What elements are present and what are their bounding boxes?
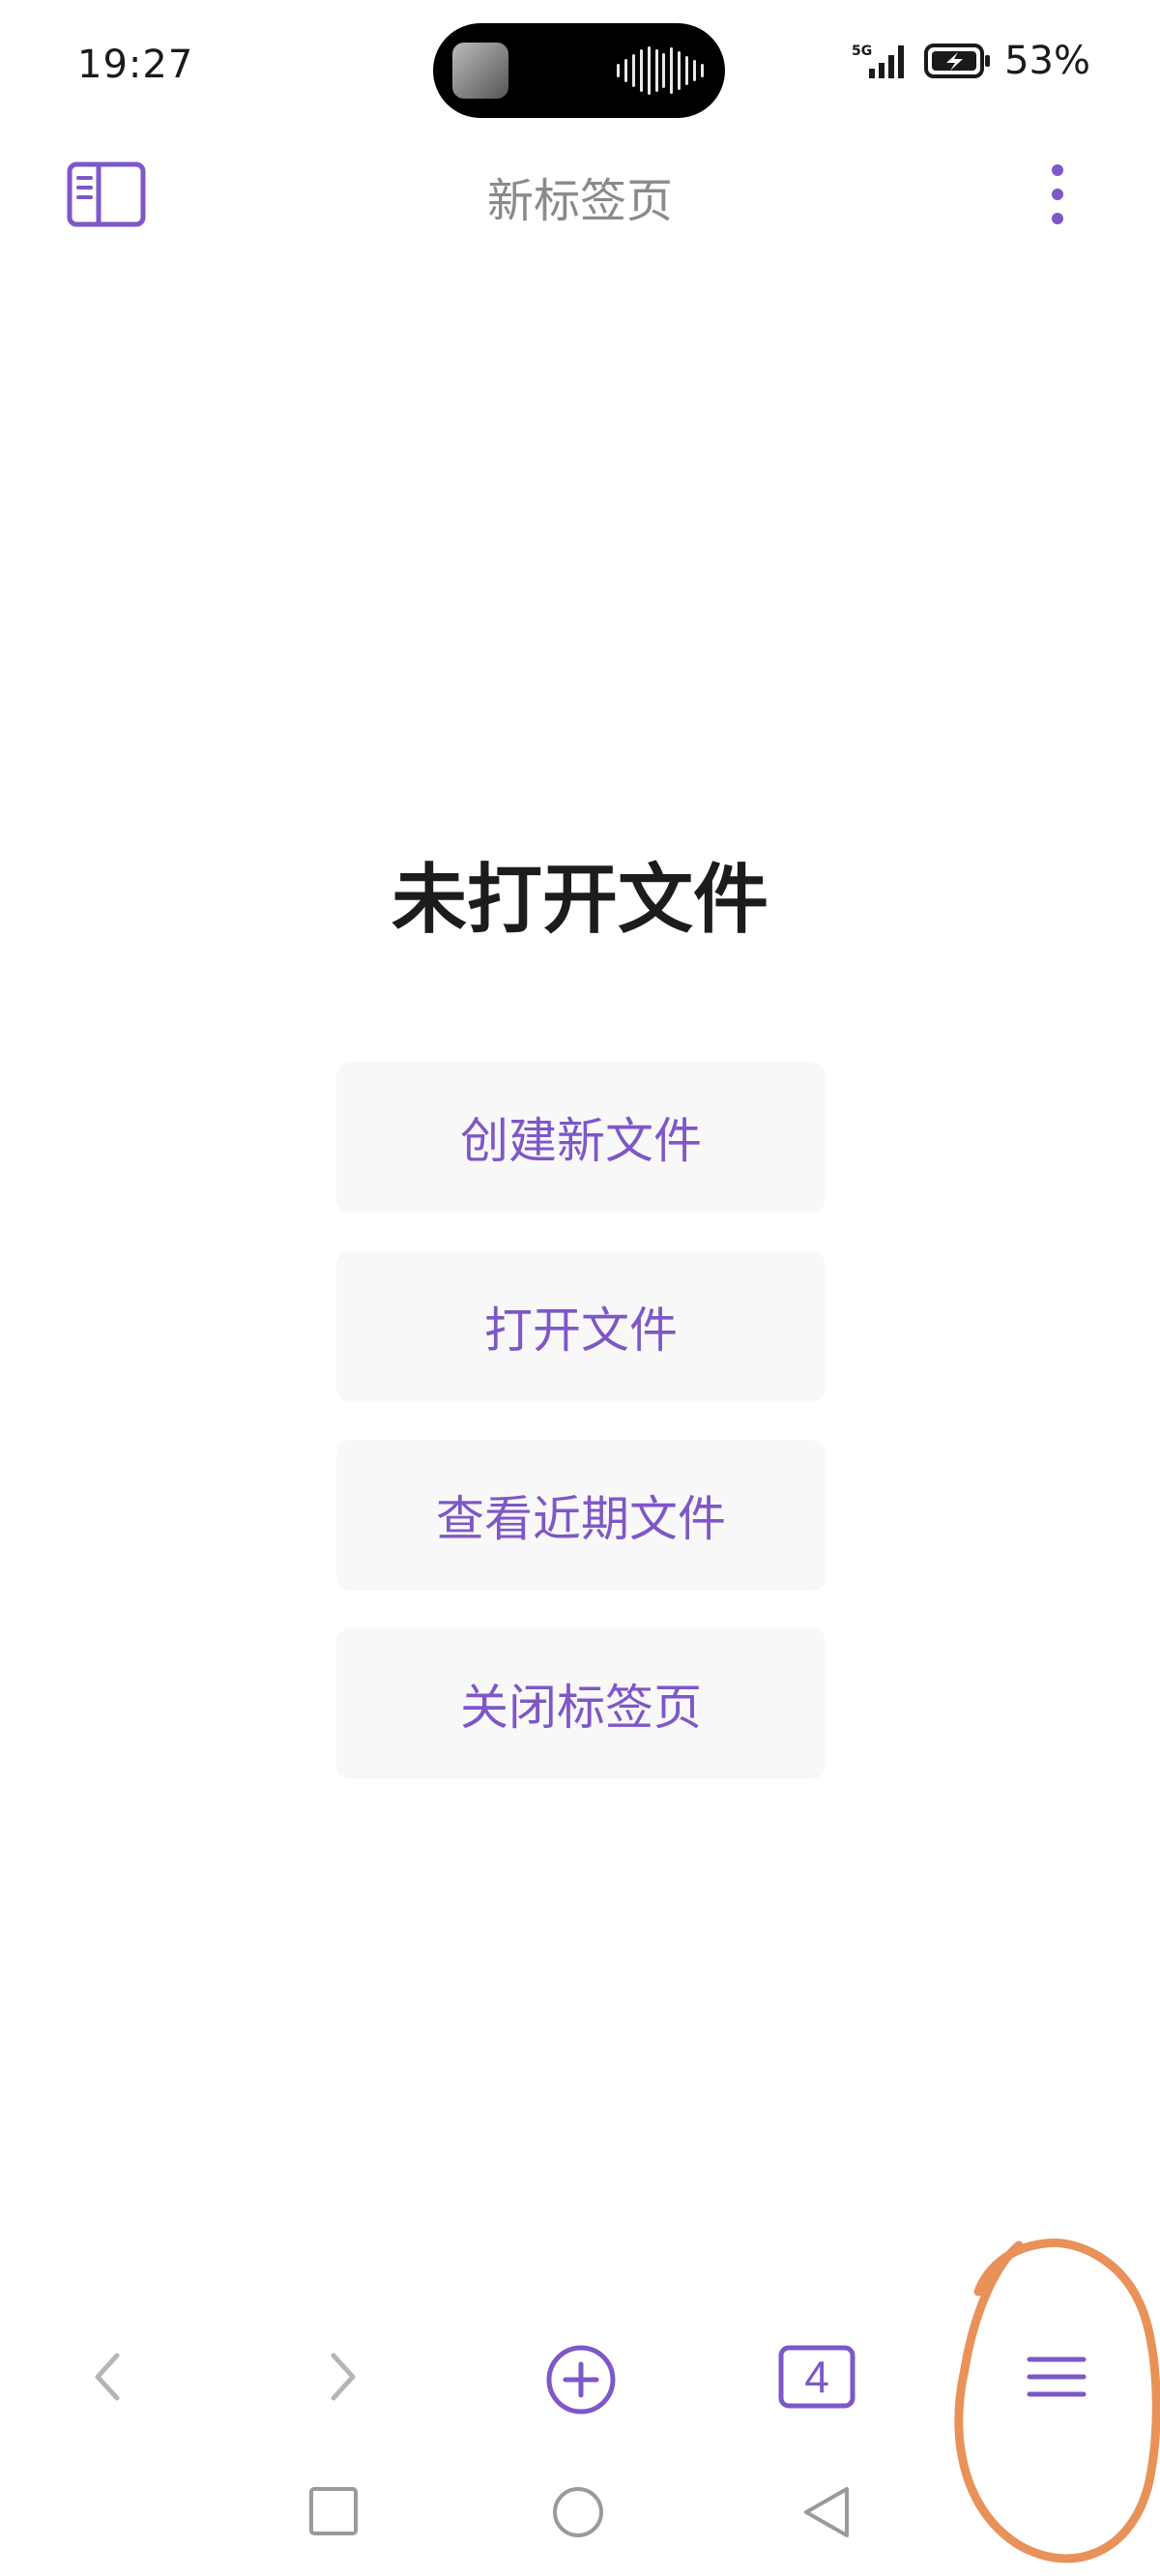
empty-state-heading: 未打开文件	[391, 857, 768, 944]
more-vertical-icon	[1052, 164, 1063, 224]
cellular-signal-icon: 5G	[852, 44, 905, 78]
annotation-circle-mark	[954, 2239, 1160, 2563]
tab-count: 4	[804, 2352, 829, 2402]
system-back-button[interactable]	[798, 2483, 853, 2541]
tab-switcher-button[interactable]: 4	[777, 2344, 856, 2414]
circle-icon	[553, 2487, 603, 2537]
chevron-left-icon	[95, 2353, 120, 2401]
audio-waveform-icon	[617, 46, 704, 95]
network-type-label: 5G	[852, 44, 872, 59]
system-recents-button[interactable]	[307, 2485, 360, 2537]
back-button[interactable]	[75, 2338, 139, 2415]
view-recent-files-button[interactable]: 查看近期文件	[336, 1440, 826, 1591]
more-options-button[interactable]	[1038, 161, 1077, 230]
plus-circle-icon	[546, 2345, 616, 2415]
new-tab-button[interactable]	[541, 2340, 621, 2419]
create-new-file-button[interactable]: 创建新文件	[336, 1062, 826, 1213]
chevron-right-icon	[331, 2353, 356, 2401]
dynamic-island[interactable]	[433, 23, 725, 118]
triangle-back-icon	[804, 2487, 849, 2537]
square-icon	[309, 2487, 358, 2535]
forward-button[interactable]	[311, 2338, 375, 2415]
status-indicators: 5G 53%	[852, 39, 1090, 83]
album-art-thumbnail	[452, 43, 508, 99]
system-home-button[interactable]	[551, 2485, 605, 2539]
battery-percentage: 53%	[1004, 39, 1090, 83]
open-file-button[interactable]: 打开文件	[336, 1251, 826, 1402]
close-tab-button[interactable]: 关闭标签页	[336, 1628, 826, 1779]
page-title: 新标签页	[486, 174, 673, 228]
status-time: 19:27	[77, 43, 194, 87]
battery-charging-icon	[924, 44, 991, 78]
